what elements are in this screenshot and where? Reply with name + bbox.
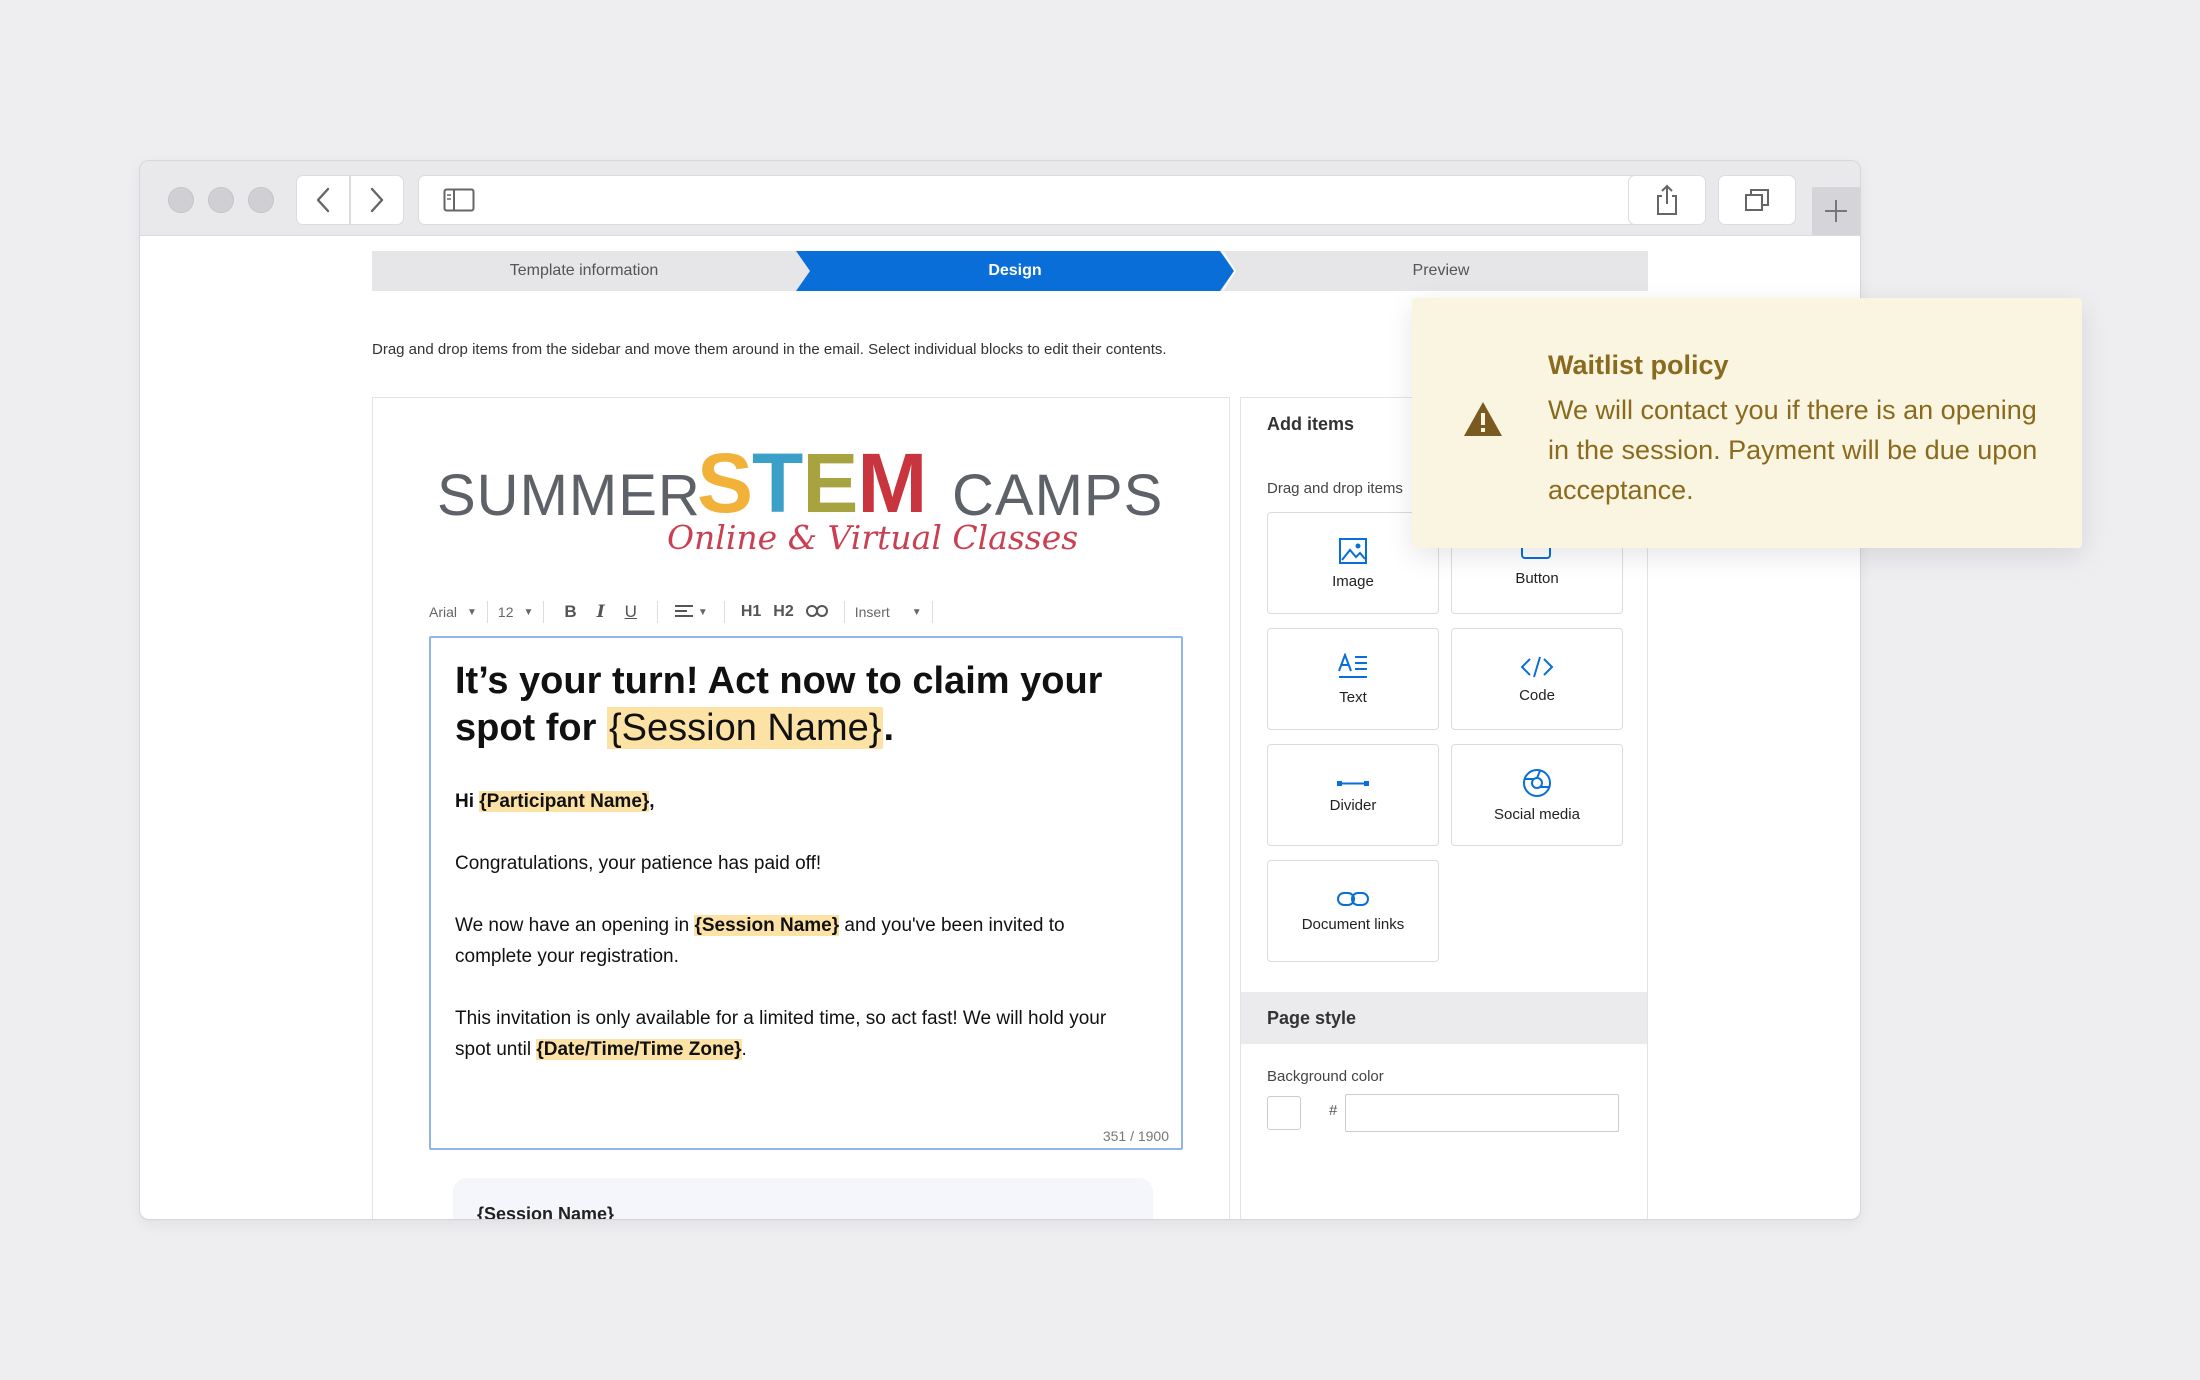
participant-name-token: {Participant Name} [479, 791, 650, 812]
chevron-left-icon [316, 187, 330, 213]
session-name-token: {Session Name} [694, 915, 840, 936]
tabs-icon [1745, 189, 1769, 211]
underline-button[interactable]: U [625, 602, 637, 622]
email-heading: It’s your turn! Act now to claim your sp… [455, 660, 1103, 749]
step-design[interactable]: Design [810, 251, 1220, 291]
share-button[interactable] [1628, 175, 1706, 225]
date-time-token: {Date/Time/Time Zone} [536, 1039, 742, 1060]
step-preview[interactable]: Preview [1234, 251, 1648, 291]
font-size-select[interactable]: 12 ▼ [498, 604, 533, 620]
text-icon [1338, 652, 1367, 678]
back-button[interactable] [296, 175, 350, 225]
minimize-window-button[interactable] [208, 187, 234, 213]
tabs-overview-button[interactable] [1718, 175, 1796, 225]
social-media-icon [1523, 768, 1551, 797]
caret-down-icon: ▼ [523, 606, 534, 618]
warning-icon [1464, 402, 1502, 436]
summer-stem-camps-logo: SUMMER STEM CAMPS Online & Virtual Class… [437, 436, 1164, 557]
heading-2-button[interactable]: H2 [773, 603, 793, 621]
caret-down-icon: ▼ [911, 606, 922, 618]
greeting-line: Hi {Participant Name}, [455, 791, 655, 812]
step-template-information[interactable]: Template information [372, 251, 796, 291]
wizard-stepper: Template information Design Preview [372, 251, 1648, 291]
notice-title: Waitlist policy [1548, 350, 1729, 380]
paragraph-congratulations: Congratulations, your patience has paid … [455, 853, 822, 874]
link-button[interactable] [805, 604, 828, 621]
forward-button[interactable] [350, 175, 404, 225]
italic-button[interactable]: I [597, 602, 605, 622]
share-icon [1657, 184, 1677, 215]
insert-select[interactable]: Insert ▼ [855, 604, 922, 620]
caret-down-icon: ▼ [697, 606, 708, 618]
zoom-window-button[interactable] [248, 187, 274, 213]
hash-label: # [1329, 1102, 1338, 1119]
background-color-label: Background color [1267, 1068, 1384, 1085]
drag-items-label: Drag and drop items [1267, 480, 1403, 497]
text-formatting-toolbar: Arial ▼ 12 ▼ B I U ▼ H1 H2 Insert ▼ [429, 596, 989, 628]
document-links-item[interactable]: Document links [1267, 860, 1439, 962]
character-count: 351 / 1900 [1102, 1128, 1169, 1144]
waitlist-policy-notice: Waitlist policy We will contact you if t… [1412, 298, 2082, 548]
align-button[interactable]: ▼ [674, 604, 708, 620]
sidebar-toggle-icon[interactable] [443, 188, 475, 212]
session-name-token: {Session Name} [606, 707, 884, 749]
session-details-card[interactable]: {Session Name} [453, 1178, 1153, 1220]
paragraph-invitation: This invitation is only available for a … [455, 1008, 1107, 1060]
image-icon [1339, 537, 1367, 564]
notice-body: We will contact you if there is an openi… [1548, 395, 2038, 505]
caret-down-icon: ▼ [467, 606, 477, 618]
bold-button[interactable]: B [564, 602, 576, 622]
paragraph-opening: We now have an opening in {Session Name}… [455, 915, 1065, 967]
font-family-select[interactable]: Arial ▼ [429, 604, 477, 620]
instructions-text: Drag and drop items from the sidebar and… [372, 341, 1167, 358]
background-color-input[interactable] [1345, 1094, 1619, 1132]
heading-1-button[interactable]: H1 [741, 603, 761, 621]
new-tab-button[interactable] [1812, 187, 1860, 235]
divider-item[interactable]: Divider [1267, 744, 1439, 846]
code-icon [1520, 656, 1554, 677]
close-window-button[interactable] [168, 187, 194, 213]
divider-icon [1337, 780, 1369, 786]
background-color-swatch[interactable] [1267, 1096, 1301, 1130]
add-items-title: Add items [1267, 414, 1355, 434]
email-text-editor[interactable]: It’s your turn! Act now to claim your sp… [429, 636, 1183, 1150]
browser-toolbar [140, 161, 1860, 236]
address-bar[interactable] [418, 175, 1672, 225]
session-name-title: {Session Name} [477, 1204, 615, 1220]
text-item[interactable]: Text [1267, 628, 1439, 730]
stem-word: STEM [697, 436, 927, 530]
align-left-icon [674, 605, 693, 617]
link-icon [1337, 891, 1369, 906]
chevron-right-icon [370, 187, 384, 213]
page-style-header[interactable]: Page style [1241, 992, 1647, 1044]
plus-icon [1825, 200, 1847, 222]
email-canvas[interactable]: SUMMER STEM CAMPS Online & Virtual Class… [372, 397, 1230, 1220]
code-item[interactable]: Code [1451, 628, 1623, 730]
link-icon [805, 604, 828, 617]
social-media-item[interactable]: Social media [1451, 744, 1623, 846]
